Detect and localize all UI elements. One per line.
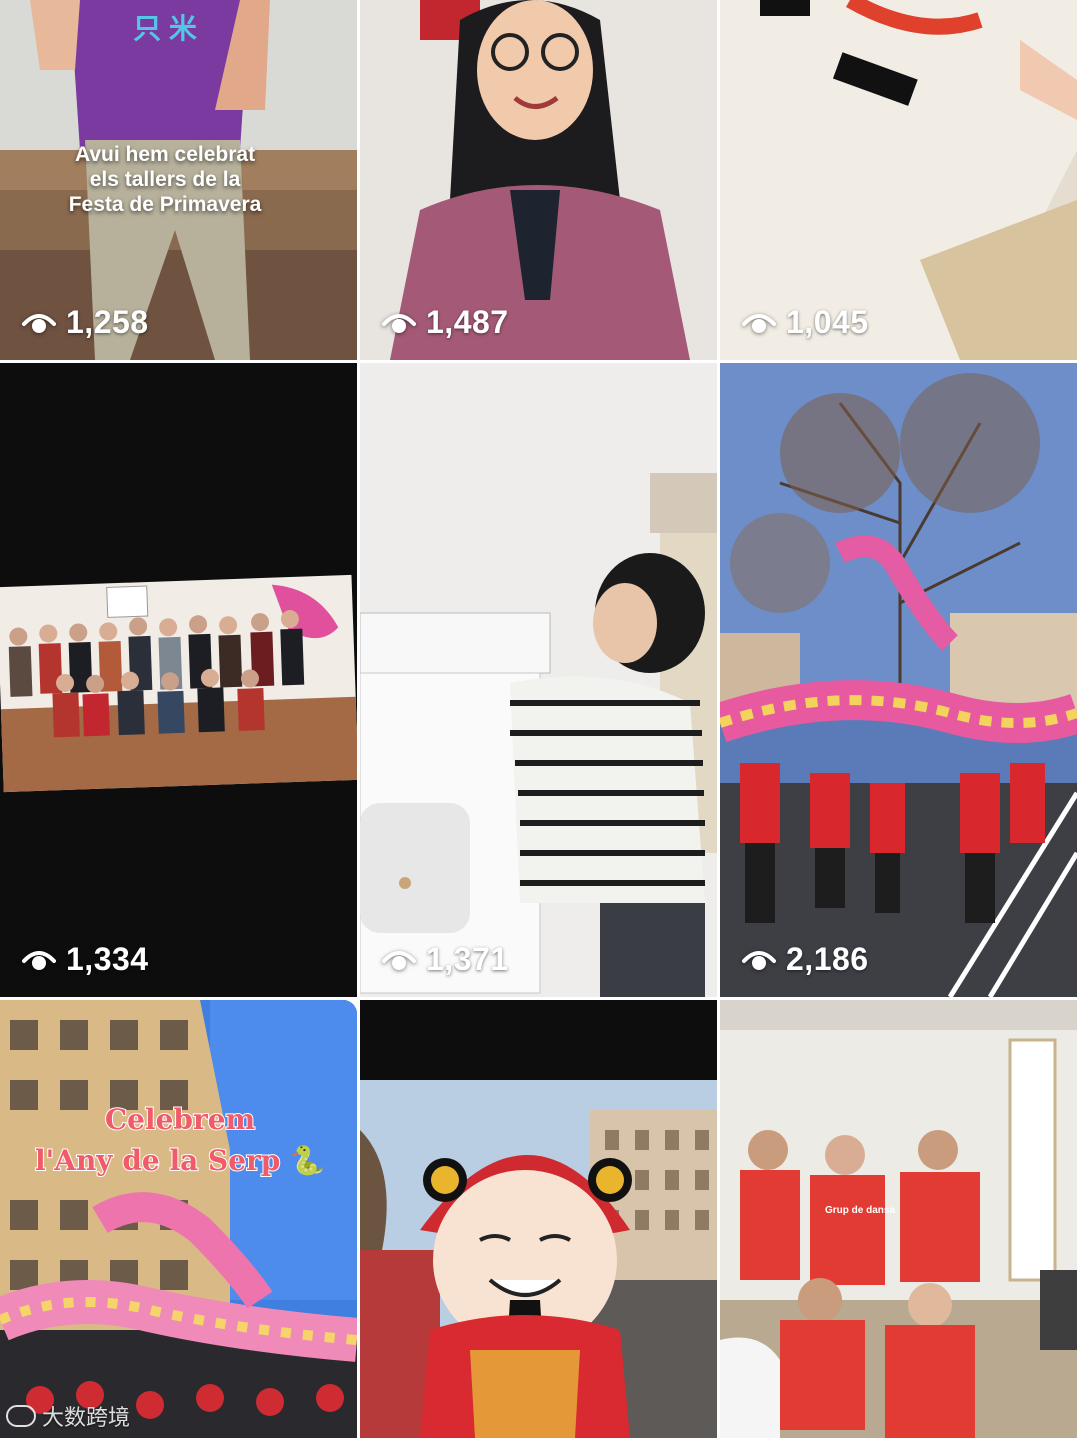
- caption-line: els tallers de la: [89, 168, 241, 192]
- video-thumbnail: [360, 363, 717, 997]
- video-tile-1[interactable]: 只 米 Avui hem celebrat els tallers de la …: [0, 0, 357, 360]
- eye-icon: [382, 950, 416, 970]
- shirt-print: 只 米: [133, 13, 197, 44]
- video-tile-8[interactable]: [360, 1000, 717, 1438]
- video-title: Celebrem l'Any de la Serp 🐍: [10, 1100, 350, 1181]
- video-thumbnail: [0, 363, 357, 997]
- video-tile-7[interactable]: Celebrem l'Any de la Serp 🐍 大数跨境: [0, 1000, 357, 1438]
- eye-icon: [22, 950, 56, 970]
- watermark: 大数跨境: [6, 1400, 130, 1432]
- view-count-label: 1,258: [66, 304, 149, 340]
- eye-icon: [22, 313, 56, 333]
- title-line: Celebrem: [104, 1102, 256, 1137]
- video-tile-9[interactable]: Grup de dansa: [720, 1000, 1077, 1438]
- eye-icon: [382, 313, 416, 333]
- video-thumbnail: [360, 1000, 717, 1438]
- video-tile-3[interactable]: 1,045: [720, 0, 1077, 360]
- video-thumbnail: [0, 1000, 357, 1438]
- caption-line: Festa de Primavera: [68, 193, 262, 217]
- view-count-label: 1,371: [426, 941, 509, 977]
- view-count-label: 2,186: [786, 941, 869, 977]
- shirt-print: Grup de dansa: [824, 1205, 895, 1216]
- view-count-label: 1,487: [426, 304, 509, 340]
- video-tile-6[interactable]: 2,186: [720, 363, 1077, 997]
- view-count: 1,045: [742, 304, 869, 341]
- view-count-label: 1,334: [66, 941, 149, 977]
- video-tile-2[interactable]: 1,487: [360, 0, 717, 360]
- eye-icon: [742, 313, 776, 333]
- title-line: l'Any de la Serp 🐍: [34, 1143, 326, 1178]
- video-thumbnail: [720, 363, 1077, 997]
- view-count-label: 1,045: [786, 304, 869, 340]
- view-count: 1,258: [22, 304, 149, 341]
- view-count: 1,334: [22, 941, 149, 978]
- video-tile-5[interactable]: 1,371: [360, 363, 717, 997]
- video-tile-4[interactable]: 1,334: [0, 363, 357, 997]
- video-caption: Avui hem celebrat els tallers de la Fest…: [30, 142, 300, 218]
- watermark-logo-icon: [6, 1405, 36, 1427]
- video-thumbnail: [720, 1000, 1077, 1438]
- view-count: 2,186: [742, 941, 869, 978]
- eye-icon: [742, 950, 776, 970]
- watermark-text: 大数跨境: [42, 1405, 131, 1430]
- view-count: 1,371: [382, 941, 509, 978]
- caption-line: Avui hem celebrat: [74, 143, 256, 166]
- view-count: 1,487: [382, 304, 509, 341]
- video-grid: 只 米 Avui hem celebrat els tallers de la …: [0, 0, 1080, 1438]
